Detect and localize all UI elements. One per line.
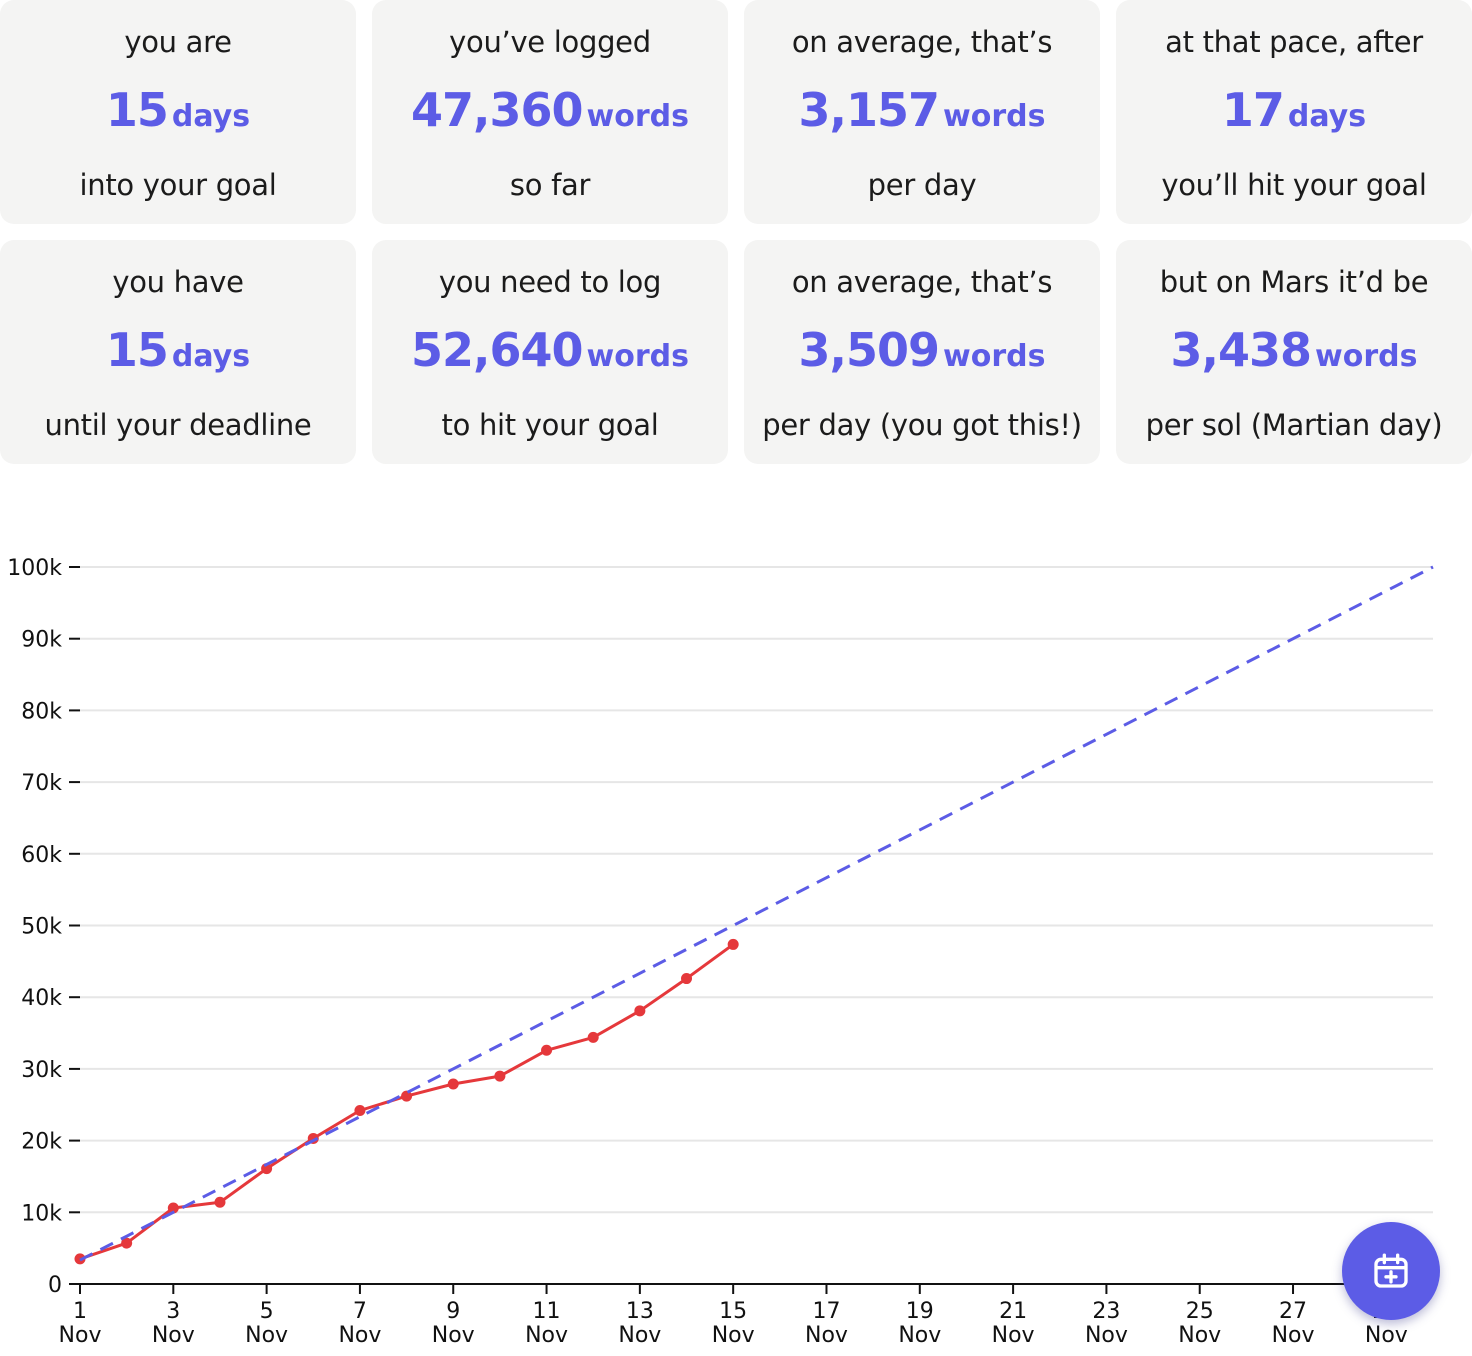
y-tick-label: 40k [21,986,62,1011]
x-tick-label-month: Nov [1272,1323,1315,1348]
x-tick-label-day: 27 [1279,1299,1307,1324]
y-tick-label: 70k [21,771,62,796]
x-tick-label-day: 19 [906,1299,934,1324]
x-tick-label-day: 17 [812,1299,840,1324]
actual-words-point [634,1005,646,1017]
y-tick-label: 30k [21,1058,62,1083]
x-tick-label-month: Nov [245,1323,288,1348]
x-tick-label-month: Nov [152,1323,195,1348]
y-tick-label: 0 [48,1273,62,1298]
actual-words-point [587,1031,599,1043]
y-tick-label: 80k [21,699,62,724]
x-tick-label-month: Nov [338,1323,381,1348]
x-tick-label-day: 15 [719,1299,747,1324]
x-tick-label-day: 1 [73,1299,87,1324]
x-tick-label-day: 23 [1092,1299,1120,1324]
y-tick-label: 50k [21,915,62,940]
actual-words-point [354,1104,366,1116]
x-tick-label-day: 11 [533,1299,561,1324]
actual-words-point [727,938,739,950]
x-tick-label-month: Nov [59,1323,102,1348]
y-tick-label: 100k [7,556,62,581]
x-tick-label-month: Nov [525,1323,568,1348]
add-entry-button[interactable] [1342,1222,1440,1320]
x-tick-label-day: 13 [626,1299,654,1324]
x-tick-label-month: Nov [992,1323,1035,1348]
progress-chart: 010k20k30k40k50k60k70k80k90k100k1Nov3Nov… [7,556,1434,1348]
x-tick-label-day: 7 [353,1299,367,1324]
y-tick-label: 60k [21,843,62,868]
y-tick-label: 10k [21,1201,62,1226]
x-tick-label-month: Nov [898,1323,941,1348]
x-tick-label-day: 5 [260,1299,274,1324]
x-tick-label-day: 21 [999,1299,1027,1324]
x-tick-label-month: Nov [1178,1323,1221,1348]
x-tick-label-day: 9 [446,1299,460,1324]
y-tick-label: 20k [21,1130,62,1155]
calendar-plus-icon [1374,1253,1408,1288]
x-tick-label-month: Nov [712,1323,755,1348]
y-tick-label: 90k [21,628,62,653]
x-tick-label-month: Nov [1365,1323,1408,1348]
x-tick-label-month: Nov [432,1323,475,1348]
target-pace-line [79,565,1434,1262]
x-tick-label-day: 25 [1186,1299,1214,1324]
x-tick-label-month: Nov [805,1323,848,1348]
actual-words-point [541,1044,553,1056]
x-tick-label-month: Nov [1085,1323,1128,1348]
actual-words-point [214,1196,226,1208]
actual-words-point [494,1070,506,1082]
actual-words-point [447,1078,459,1090]
actual-words-point [681,973,693,985]
x-tick-label-month: Nov [618,1323,661,1348]
x-tick-label-day: 3 [166,1299,180,1324]
